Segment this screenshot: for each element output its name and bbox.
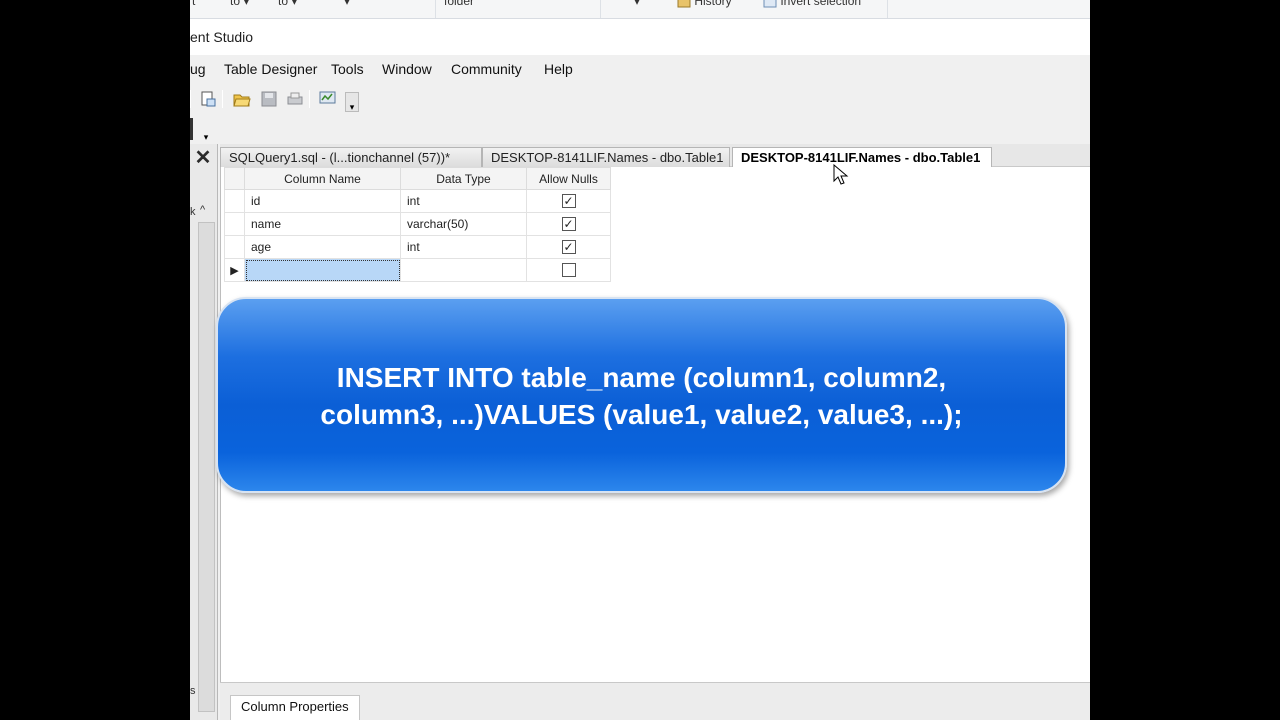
activity-monitor-icon[interactable]: [319, 89, 337, 107]
tab-table-designer-active[interactable]: DESKTOP-8141LIF.Names - dbo.Table1: [732, 147, 992, 168]
data-type-cell[interactable]: [400, 258, 527, 282]
table-row: id int ✓: [224, 189, 611, 213]
current-row-indicator[interactable]: ▶: [224, 258, 245, 282]
menu-bar: ug Table Designer Tools Window Community…: [190, 55, 1090, 83]
toolbar-overflow-dropdown[interactable]: ▾: [200, 124, 212, 142]
new-file-icon[interactable]: [199, 90, 217, 108]
menu-debug[interactable]: ug: [190, 61, 206, 77]
column-name-cell[interactable]: id: [244, 189, 401, 213]
ribbon-divider: [435, 0, 436, 18]
column-header-type[interactable]: Data Type: [400, 167, 527, 190]
column-header-name[interactable]: Column Name: [244, 167, 401, 190]
mouse-pointer-icon: [833, 164, 849, 185]
row-selector[interactable]: [224, 212, 245, 236]
ribbon-item[interactable]: ▾: [344, 0, 350, 8]
row-selector[interactable]: [224, 235, 245, 259]
column-grid: Column Name Data Type Allow Nulls id int…: [224, 167, 611, 282]
allow-nulls-checkbox[interactable]: ✓: [561, 240, 576, 255]
toolbar-divider: [190, 90, 191, 108]
menu-tools[interactable]: Tools: [331, 61, 364, 77]
ribbon-invert-label: Invert selection: [780, 0, 862, 8]
banner-line-1: INSERT INTO table_name (column1, column2…: [336, 362, 947, 393]
invert-selection-icon: [763, 0, 777, 8]
toolbar-grip: [190, 118, 193, 140]
panel-scrollbar[interactable]: [198, 222, 215, 712]
banner-line-2: column3, ...)VALUES (value1, value2, val…: [320, 399, 963, 430]
properties-panel: Column Properties: [220, 682, 1090, 720]
sql-syntax-banner: INSERT INTO table_name (column1, column2…: [216, 297, 1067, 493]
toolbar-overflow-dropdown[interactable]: ▾: [345, 92, 359, 112]
ribbon-history[interactable]: History: [677, 0, 732, 8]
table-row: name varchar(50) ✓: [224, 212, 611, 236]
print-icon[interactable]: [286, 90, 304, 108]
allow-nulls-cell[interactable]: ✓: [526, 212, 611, 236]
secondary-toolbar: ▾: [190, 114, 1090, 144]
ribbon-item[interactable]: ▾: [634, 0, 640, 8]
tab-table-designer-1[interactable]: DESKTOP-8141LIF.Names - dbo.Table1: [482, 147, 730, 167]
row-selector-header: [224, 167, 245, 190]
data-type-cell[interactable]: int: [400, 235, 527, 259]
ribbon-item[interactable]: to ▾: [278, 0, 297, 8]
ribbon-divider: [887, 0, 888, 18]
allow-nulls-checkbox[interactable]: ✓: [561, 194, 576, 209]
ribbon-item[interactable]: to ▾: [230, 0, 249, 8]
allow-nulls-cell[interactable]: ✓: [526, 235, 611, 259]
document-tab-bar: SQLQuery1.sql - (l...tionchannel (57))* …: [220, 144, 1090, 168]
data-type-cell[interactable]: varchar(50): [400, 212, 527, 236]
ribbon-item[interactable]: t: [192, 0, 195, 8]
ribbon-item-folder[interactable]: folder: [444, 0, 474, 8]
open-folder-icon[interactable]: [233, 90, 251, 108]
toolbar-divider: [222, 90, 223, 108]
menu-help[interactable]: Help: [544, 61, 573, 77]
ribbon-divider: [600, 0, 601, 18]
title-bar: ent Studio: [190, 19, 1090, 55]
menu-community[interactable]: Community: [451, 61, 522, 77]
table-row: age int ✓: [224, 235, 611, 259]
grid-header-row: Column Name Data Type Allow Nulls: [224, 167, 611, 190]
window-title: ent Studio: [190, 29, 254, 45]
column-name-cell[interactable]: name: [244, 212, 401, 236]
ribbon-history-label: History: [694, 0, 732, 8]
standard-toolbar: ▾: [190, 84, 1090, 114]
column-name-cell[interactable]: age: [244, 235, 401, 259]
allow-nulls-cell[interactable]: ✓: [526, 189, 611, 213]
menu-table-designer[interactable]: Table Designer: [224, 61, 317, 77]
tab-sqlquery1[interactable]: SQLQuery1.sql - (l...tionchannel (57))*: [220, 147, 482, 167]
panel-text-fragment: k: [190, 206, 196, 218]
data-type-cell[interactable]: int: [400, 189, 527, 213]
panel-text-fragment: s: [190, 685, 196, 697]
history-icon: [677, 0, 691, 8]
tab-column-properties[interactable]: Column Properties: [230, 695, 360, 720]
ribbon-invert-selection[interactable]: Invert selection: [763, 0, 861, 8]
object-explorer-panel: ✕ k ^ s: [190, 144, 218, 720]
save-icon[interactable]: [260, 90, 278, 108]
column-header-allow-nulls[interactable]: Allow Nulls: [526, 167, 611, 190]
table-row-new: ▶: [224, 258, 611, 282]
menu-window[interactable]: Window: [382, 61, 432, 77]
scroll-up-icon[interactable]: ^: [200, 204, 205, 216]
allow-nulls-checkbox[interactable]: [561, 263, 576, 278]
row-selector[interactable]: [224, 189, 245, 213]
allow-nulls-checkbox[interactable]: ✓: [561, 217, 576, 232]
close-panel-icon[interactable]: ✕: [192, 147, 214, 169]
toolbar-divider: [309, 90, 310, 108]
explorer-ribbon: t to ▾ to ▾ ▾ folder ▾ History Invert se…: [190, 0, 1090, 19]
column-name-cell-editing[interactable]: [244, 258, 401, 282]
allow-nulls-cell[interactable]: [526, 258, 611, 282]
banner-text: INSERT INTO table_name (column1, column2…: [218, 359, 1065, 433]
